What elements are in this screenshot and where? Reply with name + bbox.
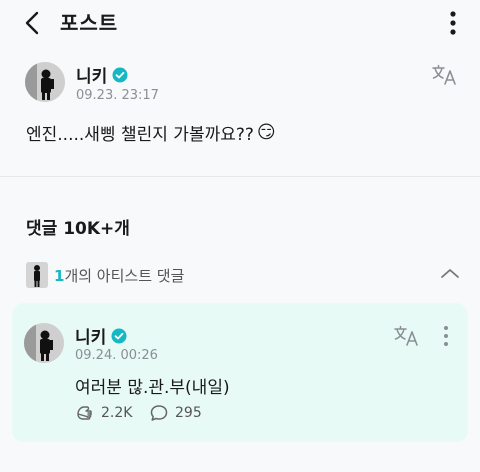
- section-divider: [0, 176, 480, 177]
- comments-count: 댓글 10K+개: [26, 219, 130, 239]
- avatar-photo-icon: [26, 262, 48, 288]
- post-text: 엔진.....새삥 챌린지 가볼까요??: [26, 125, 254, 145]
- translate-icon: [394, 325, 418, 346]
- reply-count: 295: [175, 405, 202, 421]
- page-title: 포스트: [60, 11, 119, 35]
- translate-button[interactable]: [394, 325, 420, 347]
- avatar-photo-icon: [25, 62, 65, 102]
- post-author[interactable]: 니키: [76, 62, 128, 87]
- more-options-button[interactable]: [440, 8, 466, 38]
- like-button[interactable]: 2.2K: [75, 403, 132, 423]
- artist-avatar: [26, 262, 48, 288]
- chevron-left-icon: [25, 11, 39, 35]
- verified-badge-icon: [112, 67, 128, 82]
- comment-text: 여러분 많.관.부(내일): [75, 378, 230, 398]
- comment-more-button[interactable]: [436, 323, 456, 349]
- like-count: 2.2K: [101, 405, 133, 421]
- cheer-hand-icon: [77, 406, 92, 420]
- comment-author[interactable]: 니키: [75, 323, 127, 348]
- avatar[interactable]: [24, 323, 64, 363]
- avatar[interactable]: [25, 62, 65, 102]
- post-timestamp: 09.23. 23:17: [76, 88, 159, 103]
- post-body: 엔진.....새삥 챌린지 가볼까요?? 😏: [26, 120, 276, 145]
- artist-comment-count: 1: [54, 266, 65, 285]
- translate-button[interactable]: [432, 64, 458, 86]
- comment-timestamp: 09.24. 00:26: [75, 348, 158, 363]
- verified-badge-icon: [111, 328, 127, 343]
- translate-icon: [432, 64, 456, 85]
- avatar-photo-icon: [24, 323, 64, 363]
- author-name: 니키: [75, 328, 107, 348]
- more-vertical-icon: [444, 326, 448, 346]
- artist-comment-card: 니키 09.24. 00:26 여러분 많.관.부(내일) 2.2K 295: [12, 303, 468, 442]
- chevron-up-icon: [441, 269, 459, 278]
- artist-comment-label: 개의 아티스트 댓글: [64, 266, 185, 285]
- smirk-emoji-icon: 😏: [256, 122, 276, 143]
- author-name: 니키: [76, 67, 108, 87]
- artist-comments-toggle[interactable]: 1개의 아티스트 댓글: [26, 262, 184, 288]
- back-button[interactable]: [18, 8, 48, 38]
- comment-bubble-icon: [150, 405, 168, 421]
- collapse-button[interactable]: [438, 262, 462, 286]
- more-vertical-icon: [450, 11, 456, 35]
- reply-button[interactable]: 295: [149, 403, 202, 423]
